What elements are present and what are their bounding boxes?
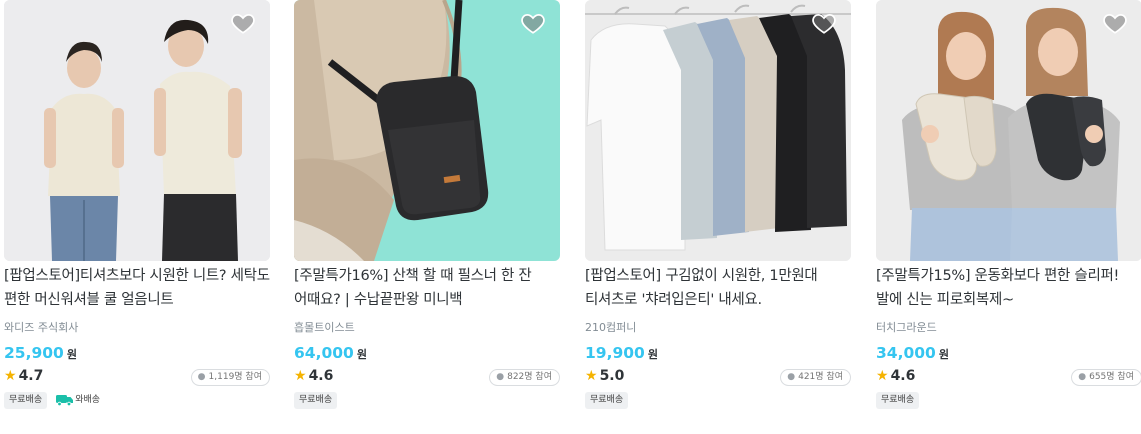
free-shipping-badge: 무료배송 [294, 392, 338, 409]
price-value: 19,900 [585, 344, 645, 362]
product-image[interactable] [4, 0, 270, 261]
person-icon: ● [197, 372, 206, 382]
badge-list: 무료배송 [294, 392, 341, 410]
person-icon: ● [496, 372, 505, 382]
price: 34,000 원 [876, 344, 949, 362]
product-image[interactable] [876, 0, 1141, 261]
product-title[interactable]: [팝업스토어]티셔츠보다 시원한 니트? 세탁도 편한 머신워셔블 쿨 얼음니트 [4, 264, 272, 312]
rating-row: ★ 4.7 ● 1,119명 참여 [4, 368, 270, 388]
participants-badge: ● 822명 참여 [489, 369, 560, 386]
star-icon: ★ [4, 368, 17, 384]
brand-name[interactable]: 터치그라운드 [876, 319, 937, 335]
participants-count: 822명 참여 [507, 372, 552, 382]
product-title[interactable]: [팝업스토어] 구김없이 시원한, 1만원대 티셔츠로 '챠려입은티' 내세요. [585, 264, 853, 312]
today-delivery-badge: 와배송 [56, 392, 106, 409]
brand-name[interactable]: 와디즈 주식회사 [4, 319, 78, 335]
rating-value: 4.6 [890, 368, 916, 384]
slippers-photo [876, 0, 1141, 261]
price-value: 25,900 [4, 344, 64, 362]
free-shipping-badge: 무료배송 [585, 392, 629, 409]
participants-badge: ● 421명 참여 [780, 369, 851, 386]
person-icon: ● [787, 372, 796, 382]
heart-icon[interactable] [520, 10, 546, 36]
participants-count: 421명 참여 [798, 372, 843, 382]
participants-badge: ● 1,119명 참여 [190, 369, 270, 386]
free-shipping-badge: 무료배송 [876, 392, 920, 409]
heart-icon[interactable] [230, 10, 256, 36]
badge-list: 무료배송 [876, 392, 923, 410]
badge-list: 무료배송 [585, 392, 632, 410]
product-image[interactable] [294, 0, 560, 261]
brand-name[interactable]: 흡몰트이스트 [294, 319, 355, 335]
participants-count: 1,119명 참여 [208, 372, 262, 382]
participants-count: 655명 참여 [1089, 372, 1134, 382]
product-card[interactable]: [주말특가16%] 산책 할 때 필스너 한 잔 어때요? | 수납끝판왕 미니… [294, 0, 560, 434]
product-title[interactable]: [주말특가15%] 운동화보다 편한 슬리퍼! 발에 신는 피로회복제~ [876, 264, 1141, 312]
truck-icon [56, 394, 74, 406]
t-shirts-photo [585, 0, 851, 261]
rating-row: ★ 4.6 ● 822명 참여 [294, 368, 560, 388]
rating-row: ★ 5.0 ● 421명 참여 [585, 368, 851, 388]
rating: ★ 4.7 [4, 368, 43, 384]
product-title[interactable]: [주말특가16%] 산책 할 때 필스너 한 잔 어때요? | 수납끝판왕 미니… [294, 264, 562, 312]
free-shipping-badge: 무료배송 [4, 392, 48, 409]
price-currency: 원 [356, 348, 367, 361]
person-icon: ● [1078, 372, 1087, 382]
badge-list: 무료배송 와배송 [4, 392, 109, 410]
brand-name[interactable]: 210컴퍼니 [585, 319, 636, 335]
today-delivery-label: 와배송 [75, 395, 101, 405]
rating: ★ 4.6 [876, 368, 915, 384]
product-card[interactable]: [팝업스토어] 구김없이 시원한, 1만원대 티셔츠로 '챠려입은티' 내세요.… [585, 0, 851, 434]
participants-badge: ● 655명 참여 [1071, 369, 1141, 386]
rating-value: 4.6 [308, 368, 334, 384]
rating: ★ 5.0 [585, 368, 624, 384]
rating: ★ 4.6 [294, 368, 333, 384]
price-currency: 원 [66, 348, 77, 361]
star-icon: ★ [294, 368, 307, 384]
price: 19,900 원 [585, 344, 658, 362]
rating-value: 4.7 [18, 368, 44, 384]
star-icon: ★ [876, 368, 889, 384]
price-currency: 원 [647, 348, 658, 361]
heart-icon[interactable] [1102, 10, 1128, 36]
product-image[interactable] [585, 0, 851, 261]
heart-icon[interactable] [811, 10, 837, 36]
product-card[interactable]: [주말특가15%] 운동화보다 편한 슬리퍼! 발에 신는 피로회복제~ 터치그… [876, 0, 1141, 434]
rating-value: 5.0 [599, 368, 625, 384]
price: 25,900 원 [4, 344, 77, 362]
price-currency: 원 [938, 348, 949, 361]
mini-bag-photo [294, 0, 560, 261]
product-card[interactable]: [팝업스토어]티셔츠보다 시원한 니트? 세탁도 편한 머신워셔블 쿨 얼음니트… [4, 0, 270, 434]
star-icon: ★ [585, 368, 598, 384]
price-value: 34,000 [876, 344, 936, 362]
rating-row: ★ 4.6 ● 655명 참여 [876, 368, 1141, 388]
product-grid: [팝업스토어]티셔츠보다 시원한 니트? 세탁도 편한 머신워셔블 쿨 얼음니트… [0, 0, 1141, 434]
price-value: 64,000 [294, 344, 354, 362]
price: 64,000 원 [294, 344, 367, 362]
couple-knit-photo [4, 0, 270, 261]
